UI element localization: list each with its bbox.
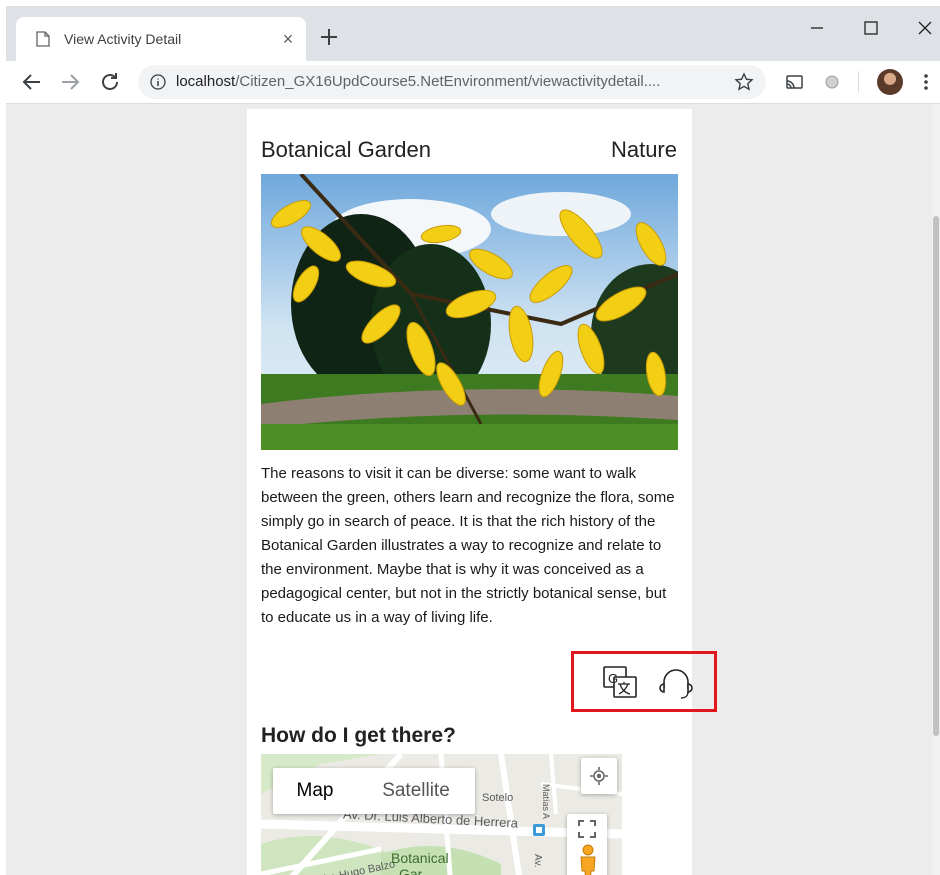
map-tab-satellite[interactable]: Satellite bbox=[357, 768, 475, 814]
activity-photo bbox=[261, 174, 678, 450]
map-street-label: Av. bbox=[532, 854, 543, 868]
map-type-control: Map Satellite bbox=[273, 768, 475, 814]
bookmark-star-icon[interactable] bbox=[734, 72, 754, 92]
page-scrollbar[interactable] bbox=[932, 104, 940, 875]
activity-card: Botanical Garden Nature The reasons to v… bbox=[247, 109, 717, 875]
fullscreen-icon[interactable] bbox=[578, 820, 596, 838]
back-icon[interactable] bbox=[20, 70, 44, 94]
activity-description: The reasons to visit it can be diverse: … bbox=[261, 465, 675, 626]
browser-toolbar: localhost/Citizen_GX16UpdCourse5.NetEnvi… bbox=[6, 61, 940, 104]
activity-category: Nature bbox=[610, 137, 677, 162]
locate-icon bbox=[590, 767, 608, 785]
browser-tab[interactable]: View Activity Detail × bbox=[16, 17, 306, 61]
tab-title: View Activity Detail bbox=[64, 31, 182, 47]
map-tab-map[interactable]: Map bbox=[273, 768, 357, 814]
directions-heading: How do I get there? bbox=[261, 724, 456, 747]
tab-close-icon[interactable]: × bbox=[280, 30, 296, 48]
url-path: /Citizen_GX16UpdCourse5.NetEnvironment/v… bbox=[235, 73, 661, 90]
site-info-icon[interactable] bbox=[150, 74, 166, 90]
scrollbar-thumb[interactable] bbox=[933, 216, 939, 736]
page-icon bbox=[36, 31, 50, 47]
pegman-icon[interactable] bbox=[577, 844, 599, 875]
reload-icon[interactable] bbox=[98, 70, 122, 94]
minimize-icon[interactable] bbox=[802, 14, 832, 42]
page-viewport: Botanical Garden Nature The reasons to v… bbox=[6, 104, 932, 875]
window-close-icon[interactable] bbox=[910, 14, 940, 42]
tab-strip: View Activity Detail × bbox=[6, 6, 940, 61]
menu-icon[interactable] bbox=[920, 72, 932, 92]
map-street-label: Sotelo bbox=[482, 792, 514, 804]
address-bar[interactable]: localhost/Citizen_GX16UpdCourse5.NetEnvi… bbox=[138, 65, 766, 99]
url-host: localhost bbox=[176, 73, 236, 90]
extension-icon[interactable] bbox=[822, 72, 842, 92]
activity-header: Botanical Garden Nature bbox=[261, 137, 677, 167]
map-street-label: Matías A bbox=[541, 784, 551, 820]
highlight-box bbox=[571, 651, 717, 712]
map-place-label: Botanical bbox=[391, 850, 449, 866]
activity-title: Botanical Garden bbox=[261, 137, 431, 162]
cast-icon[interactable] bbox=[784, 72, 804, 92]
map-locate-button[interactable] bbox=[581, 758, 617, 794]
map-widget[interactable]: Av. Dr. Luis Alberto de Herrera Sotelo A… bbox=[261, 754, 622, 875]
maximize-icon[interactable] bbox=[856, 14, 886, 42]
map-place-label: Gar bbox=[399, 866, 423, 875]
toolbar-divider bbox=[858, 71, 859, 93]
profile-avatar[interactable] bbox=[877, 69, 903, 95]
forward-icon[interactable] bbox=[58, 70, 82, 94]
new-tab-icon[interactable] bbox=[318, 26, 340, 48]
map-side-controls bbox=[567, 814, 607, 875]
url-text[interactable]: localhost/Citizen_GX16UpdCourse5.NetEnvi… bbox=[176, 73, 660, 90]
